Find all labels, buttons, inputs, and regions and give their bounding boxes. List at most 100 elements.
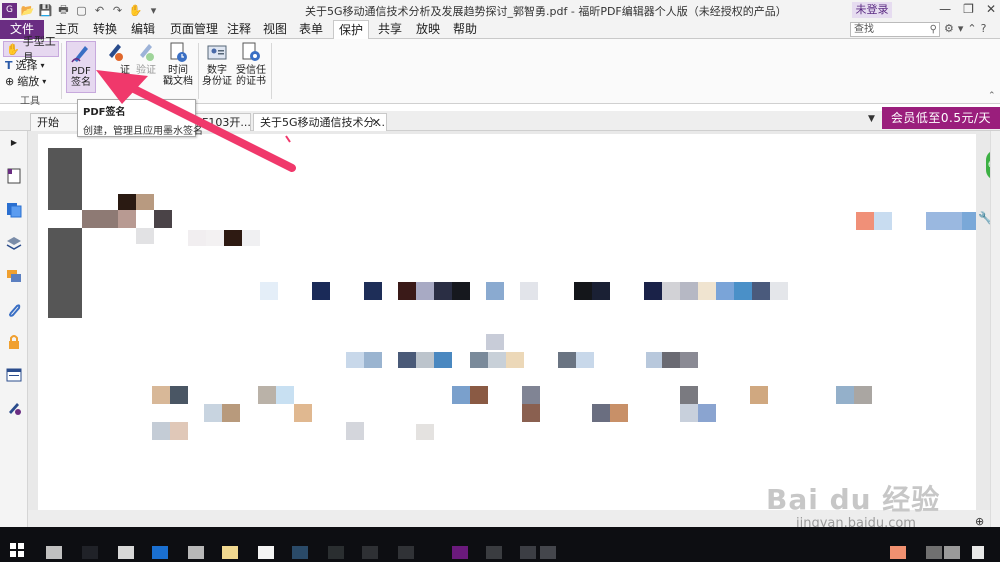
taskbar-app-icon[interactable] (486, 546, 502, 559)
zoom-tool-label: 缩放 (17, 75, 40, 88)
attachment-icon[interactable] (5, 301, 23, 319)
pdf-page (38, 134, 976, 527)
taskbar-app-icon[interactable] (46, 546, 62, 559)
gear-icon[interactable]: ⚙ (944, 22, 954, 35)
tab-page-management[interactable]: 页面管理 (164, 20, 224, 39)
verify-button[interactable]: 验证 (131, 41, 161, 76)
digital-id-button[interactable]: 数字 身份证 (202, 41, 232, 87)
maximize-button[interactable]: ❐ (963, 2, 974, 16)
tab-form[interactable]: 表单 (296, 20, 326, 39)
blurred-block (398, 352, 416, 368)
layers-icon[interactable] (5, 234, 23, 252)
group-divider (198, 43, 199, 99)
cert-sign-button[interactable]: 证 (100, 41, 130, 76)
vertical-scrollbar[interactable] (990, 131, 1000, 527)
blurred-block (224, 230, 242, 246)
taskbar-app-icon[interactable] (540, 546, 556, 559)
comments-icon[interactable] (5, 267, 23, 285)
blurred-block (48, 148, 82, 318)
hand-icon[interactable]: ✋ (128, 3, 143, 18)
taskbar-app-icon[interactable] (258, 546, 274, 559)
taskbar-app-icon[interactable] (398, 546, 414, 559)
close-button[interactable]: ✕ (986, 2, 996, 16)
taskbar-tray-icon[interactable] (944, 546, 960, 559)
help-icon[interactable]: ? (981, 22, 987, 35)
blurred-block (752, 282, 770, 300)
blurred-block (154, 210, 172, 228)
pdf-sign-button[interactable]: PDF 签名 (66, 41, 96, 93)
page-thumbnail-icon[interactable] (5, 167, 23, 185)
chevron-down-icon[interactable]: ▾ (958, 22, 964, 35)
taskbar-app-icon[interactable] (292, 546, 308, 559)
new-icon[interactable]: ▢ (74, 3, 89, 18)
taskbar (0, 527, 1000, 562)
tab-convert[interactable]: 转换 (88, 20, 122, 39)
pdf-sign-tooltip: PDF签名 创建，管理且应用墨水签名 (77, 99, 203, 137)
blurred-block (416, 424, 434, 440)
pen-sign-icon (70, 42, 92, 64)
blurred-block (770, 282, 788, 300)
taskbar-app-icon[interactable] (452, 546, 468, 559)
tab-protect[interactable]: 保护 (333, 20, 369, 40)
windows-start-icon[interactable] (10, 543, 24, 557)
trusted-cert-label-1: 受信任 (236, 65, 266, 76)
print-icon[interactable]: 🖶 (56, 3, 71, 18)
baidu-watermark: Bai du 经验 jingyan.baidu.com (766, 478, 940, 531)
taskbar-app-icon[interactable] (222, 546, 238, 559)
blurred-block (522, 404, 540, 422)
doc-tab-f103[interactable]: F103开... (195, 113, 251, 131)
tab-list-dropdown-icon[interactable]: ▼ (868, 114, 875, 124)
timestamp-button[interactable]: 时间 戳文档 (163, 41, 193, 87)
taskbar-app-icon[interactable] (118, 546, 134, 559)
collapse-icon[interactable]: ⌃ (967, 22, 976, 35)
undo-icon[interactable]: ↶ (92, 3, 107, 18)
taskbar-tray-icon[interactable] (890, 546, 906, 559)
taskbar-app-icon[interactable] (152, 546, 168, 559)
form-fields-icon[interactable] (5, 366, 23, 384)
close-tab-icon[interactable]: ✕ (372, 114, 381, 131)
trusted-cert-button[interactable]: 受信任 的证书 (234, 41, 268, 87)
hand-tool[interactable]: ✋ 手型工具 (3, 35, 59, 64)
tab-slideshow[interactable]: 放映 (413, 20, 443, 39)
tab-share[interactable]: 共享 (375, 20, 405, 39)
collapse-ribbon-icon[interactable]: ⌃ (988, 91, 996, 101)
document-viewer[interactable]: 🔧 (28, 131, 993, 527)
taskbar-app-icon[interactable] (328, 546, 344, 559)
search-placeholder: 查找 (854, 24, 874, 35)
taskbar-tray-icon[interactable] (926, 546, 942, 559)
doc-tab-start[interactable]: 开始 (30, 113, 78, 131)
save-icon[interactable]: 💾 (38, 3, 53, 18)
signature-panel-icon[interactable] (5, 399, 23, 417)
blurred-block (520, 282, 538, 300)
blurred-block (874, 212, 892, 230)
search-icon[interactable]: ⚲ (930, 23, 937, 36)
search-input[interactable]: 查找 ⚲ (850, 22, 940, 37)
zoom-tool[interactable]: ⊕ 缩放 ▾ (3, 73, 59, 89)
tab-help[interactable]: 帮助 (450, 20, 480, 39)
redo-icon[interactable]: ↷ (110, 3, 125, 18)
blurred-block (750, 386, 768, 404)
notification-icon[interactable] (972, 546, 984, 559)
taskbar-app-icon[interactable] (520, 546, 536, 559)
login-button[interactable]: 未登录 (852, 2, 892, 18)
minimize-button[interactable]: — (939, 2, 951, 16)
certificate-gear-icon (240, 41, 262, 63)
customize-icon[interactable]: ▾ (146, 3, 161, 18)
blurred-block (434, 282, 452, 300)
tab-comment[interactable]: 注释 (224, 20, 254, 39)
open-icon[interactable]: 📂 (20, 3, 35, 18)
tooltip-title: PDF签名 (83, 107, 126, 118)
pages-icon[interactable] (5, 201, 23, 219)
expand-sidebar-icon[interactable]: ▶ (5, 133, 23, 151)
blurred-block (242, 230, 260, 246)
tab-edit[interactable]: 编辑 (126, 20, 160, 39)
lock-icon[interactable] (5, 333, 23, 351)
taskbar-app-icon[interactable] (82, 546, 98, 559)
taskbar-app-icon[interactable] (362, 546, 378, 559)
doc-tab-5g[interactable]: 关于5G移动通信技术分... ✕ (253, 113, 387, 131)
vip-banner[interactable]: 会员低至0.5元/天 (882, 107, 1000, 129)
quick-access-toolbar: G 📂 💾 🖶 ▢ ↶ ↷ ✋ ▾ (2, 2, 161, 18)
blurred-block (854, 386, 872, 404)
taskbar-app-icon[interactable] (188, 546, 204, 559)
tab-view[interactable]: 视图 (260, 20, 290, 39)
